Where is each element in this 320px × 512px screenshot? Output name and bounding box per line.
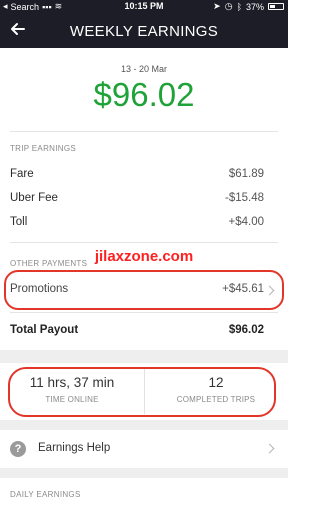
divider: [10, 312, 278, 313]
alarm-icon: ◷: [224, 1, 233, 11]
nav-bar: WEEKLY EARNINGS: [0, 13, 288, 48]
promotions-row[interactable]: Promotions +$45.61: [10, 283, 278, 295]
total-payout-value: $96.02: [228, 324, 264, 336]
date-range: 13 - 20 Mar: [120, 64, 168, 74]
fare-value: $61.89: [228, 168, 264, 180]
daily-earnings-header: DAILY EARNINGS: [10, 490, 81, 499]
question-icon: ?: [10, 441, 26, 457]
promotions-label: Promotions: [10, 283, 69, 295]
battery-percent: 37%: [245, 1, 264, 12]
location-icon: ➤: [213, 1, 221, 11]
uber-fee-row: Uber Fee -$15.48: [10, 192, 264, 204]
fare-row: Fare $61.89: [10, 168, 264, 180]
toll-label: Toll: [10, 216, 28, 228]
chevron-right-icon[interactable]: [264, 443, 275, 454]
earnings-summary: 13 - 20 Mar $96.02: [0, 48, 288, 130]
divider: [10, 242, 278, 243]
total-payout-row: Total Payout $96.02: [10, 324, 264, 336]
total-payout-label: Total Payout: [10, 324, 79, 336]
trip-earnings-header: TRIP EARNINGS: [10, 144, 76, 153]
annotation-oval-stats: [8, 367, 276, 417]
battery-icon: [268, 3, 284, 10]
section-separator: [0, 420, 288, 430]
uber-fee-value: -$15.48: [224, 192, 264, 204]
section-separator: [0, 468, 288, 478]
daily-earnings-section: DAILY EARNINGS: [0, 478, 288, 512]
divider: [10, 131, 278, 132]
toll-row: Toll +$4.00: [10, 216, 264, 228]
earnings-help-label: Earnings Help: [38, 442, 111, 454]
promotions-value: +$45.61: [222, 283, 264, 295]
watermark: jilaxzone.com: [94, 248, 194, 265]
earnings-help-row[interactable]: ? Earnings Help: [0, 430, 288, 468]
uber-fee-label: Uber Fee: [10, 192, 58, 204]
bluetooth-icon: ᛒ: [236, 1, 242, 12]
fare-label: Fare: [10, 168, 34, 180]
status-bar: ◂ Search ▪▪▪ ≋ 10:15 PM ➤ ◷ ᛒ 37%: [0, 0, 288, 13]
section-separator: [0, 350, 288, 363]
weekly-total-amount: $96.02: [93, 76, 195, 113]
status-right: ➤ ◷ ᛒ 37%: [213, 1, 284, 12]
page-title: WEEKLY EARNINGS: [69, 23, 219, 40]
toll-value: +$4.00: [228, 216, 265, 228]
